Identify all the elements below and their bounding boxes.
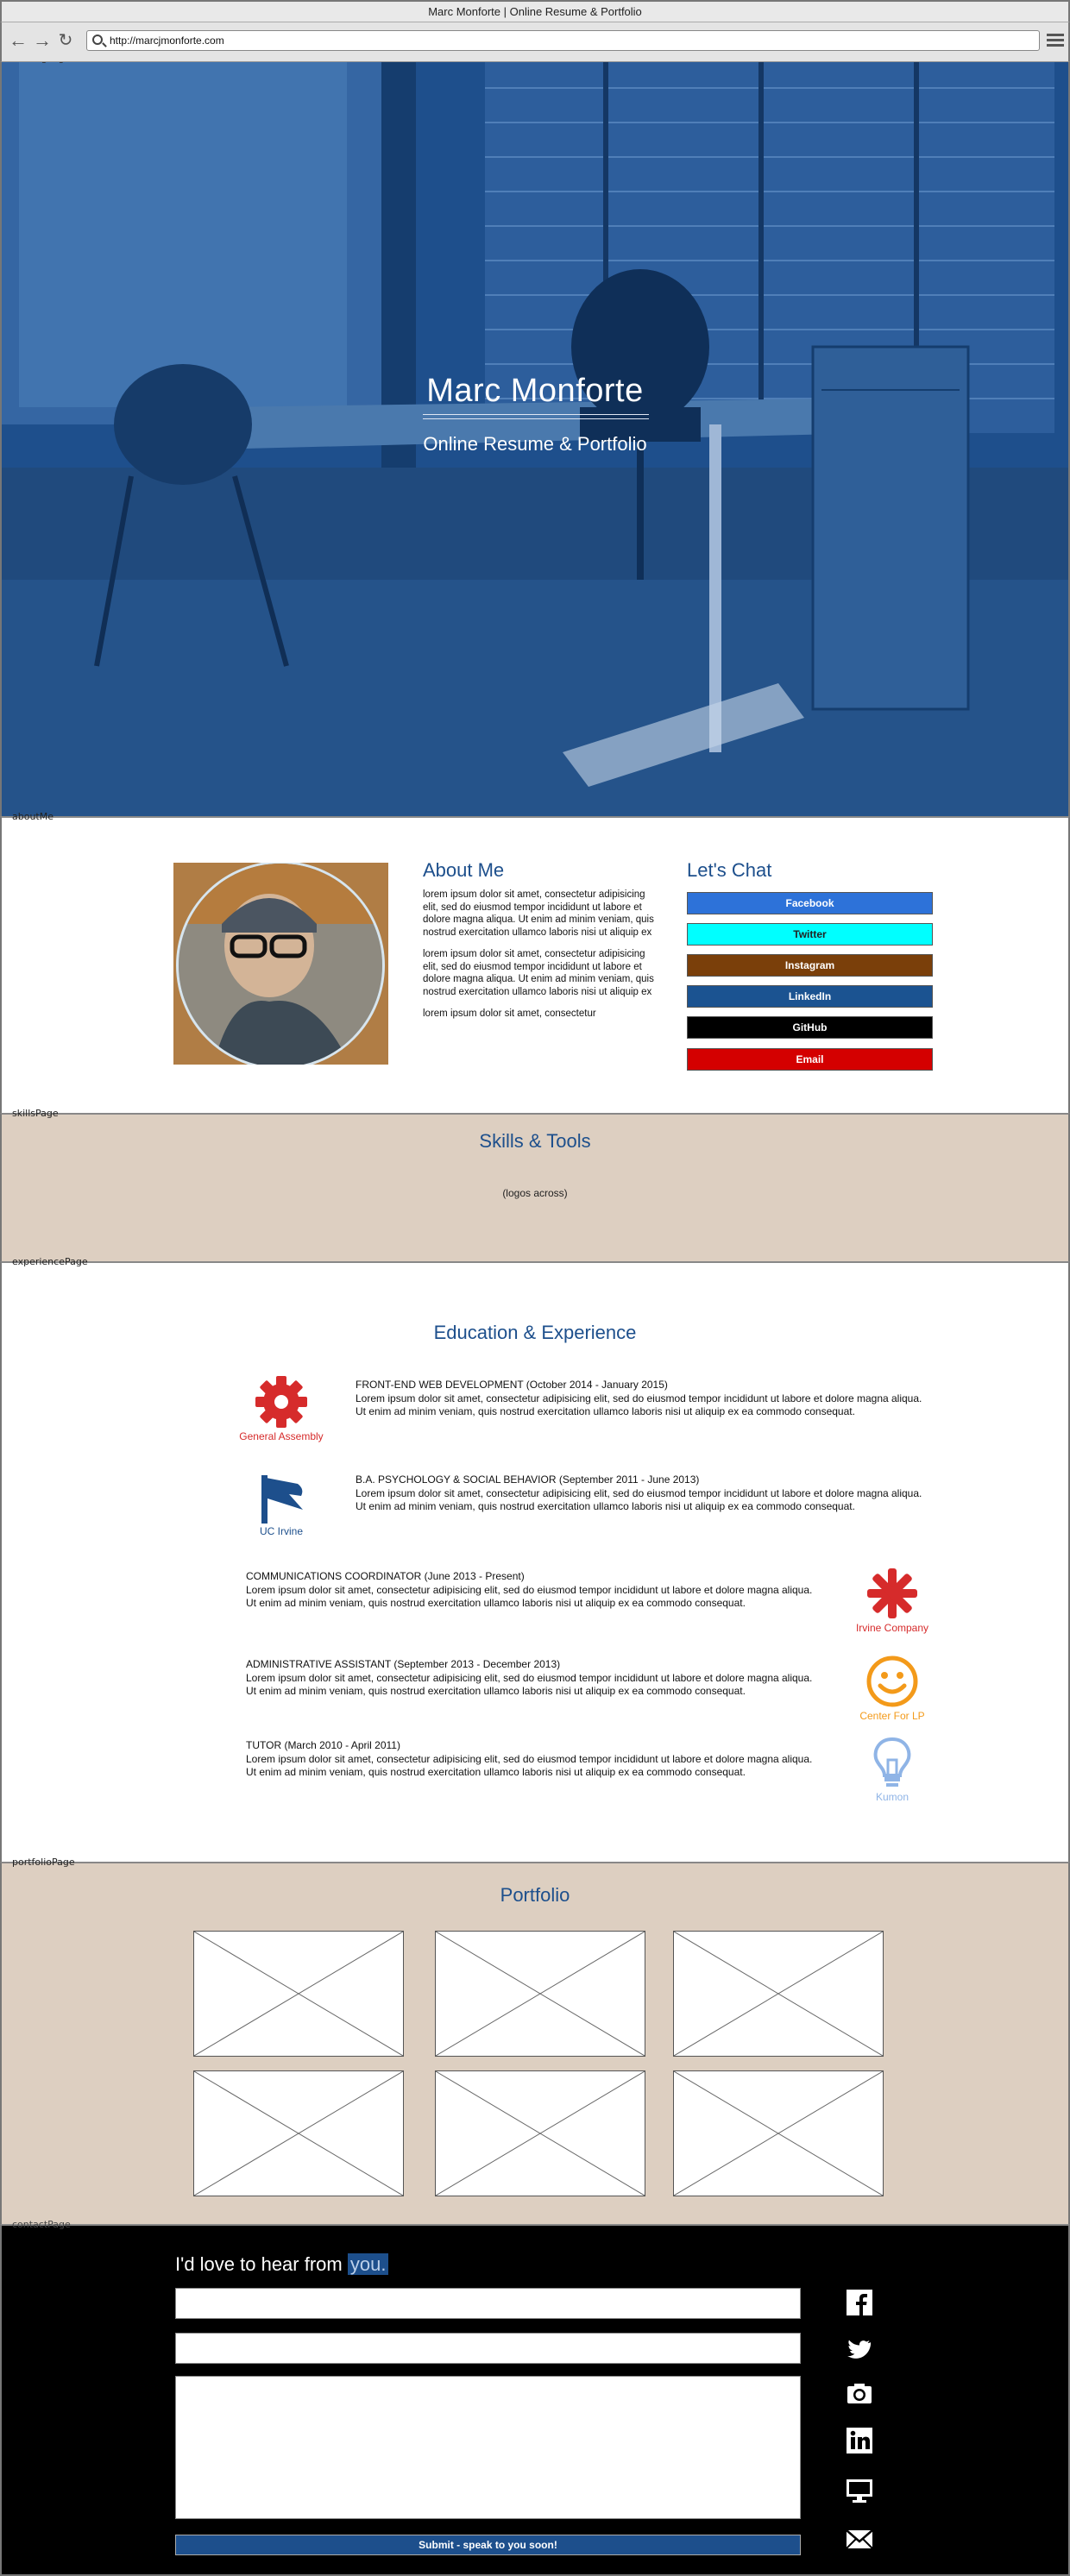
experience-entry: COMMUNICATIONS COORDINATOR (June 2013 - … <box>246 1570 815 1611</box>
about-title: About Me <box>423 859 505 881</box>
entry-body: Lorem ipsum dolor sit amet, consectetur … <box>246 1671 813 1698</box>
portfolio-title: Portfolio <box>500 1884 570 1906</box>
logo-label: UC Irvine <box>259 1525 303 1537</box>
logo-label: Center For LP <box>859 1710 925 1722</box>
logo-label: General Assembly <box>239 1430 324 1442</box>
address-bar: ← → ↻ http://marcjmonforte.com <box>0 22 1070 62</box>
center-for-lp-logo: Center For LP <box>840 1655 944 1722</box>
message-field[interactable] <box>175 2376 801 2519</box>
asterisk-icon <box>867 1568 917 1618</box>
reload-icon[interactable]: ↻ <box>57 32 74 51</box>
email-field[interactable] <box>175 2333 801 2364</box>
about-paragraph: lorem ipsum dolor sit amet, consectetur <box>423 1008 596 1019</box>
entry-body: Lorem ipsum dolor sit amet, consectetur … <box>246 1583 813 1610</box>
page-label: landingPage <box>12 62 70 64</box>
image-placeholder-icon <box>436 1932 645 2056</box>
entry-body: Lorem ipsum dolor sit amet, consectetur … <box>356 1392 922 1418</box>
hero-name: Marc Monforte <box>426 373 644 409</box>
portfolio-section: portfolioPage Portfolio <box>0 1857 1070 2224</box>
entry-heading: ADMINISTRATIVE ASSISTANT (September 2013… <box>246 1658 561 1670</box>
linkedin-button[interactable]: LinkedIn <box>687 985 933 1008</box>
page-label: aboutMe <box>12 811 54 822</box>
uc-irvine-logo: UC Irvine <box>230 1470 333 1537</box>
experience-title: Education & Experience <box>433 1322 637 1343</box>
entry-heading: TUTOR (March 2010 - April 2011) <box>246 1739 400 1751</box>
email-icon[interactable] <box>845 2524 874 2554</box>
general-assembly-logo: General Assembly <box>230 1375 333 1442</box>
url-text: http://marcjmonforte.com <box>110 35 224 47</box>
experience-entry: TUTOR (March 2010 - April 2011) Lorem ip… <box>246 1739 815 1780</box>
portfolio-thumbnail[interactable] <box>193 2070 404 2196</box>
experience-entry: ADMINISTRATIVE ASSISTANT (September 2013… <box>246 1658 815 1699</box>
entry-heading: FRONT-END WEB DEVELOPMENT (October 2014 … <box>356 1379 668 1391</box>
portfolio-thumbnail[interactable] <box>673 1931 884 2057</box>
image-placeholder-icon <box>194 1932 403 2056</box>
skills-section: skillsPage Skills & Tools (logos across) <box>0 1108 1070 1261</box>
search-icon <box>92 35 103 45</box>
logo-label: Kumon <box>875 1791 910 1803</box>
experience-section: experiencePage Education & Experience Ge… <box>0 1256 1070 1862</box>
image-placeholder-icon <box>674 2071 883 2196</box>
portfolio-thumbnail[interactable] <box>435 2070 645 2196</box>
entry-heading: B.A. PSYCHOLOGY & SOCIAL BEHAVIOR (Septe… <box>356 1473 700 1486</box>
name-field[interactable] <box>175 2288 801 2319</box>
smiley-icon <box>866 1656 918 1707</box>
twitter-icon[interactable] <box>845 2334 874 2364</box>
submit-button[interactable]: Submit - speak to you soon! <box>175 2535 801 2555</box>
contact-title-highlight: you. <box>347 2253 389 2275</box>
landing-section: landingPage Marc Monforte Online Resume … <box>0 62 1070 816</box>
entry-heading: COMMUNICATIONS COORDINATOR (June 2013 - … <box>246 1570 525 1582</box>
hamburger-menu-icon[interactable] <box>1047 34 1064 47</box>
chat-title: Let's Chat <box>687 859 772 881</box>
page-label: portfolioPage <box>12 1857 75 1868</box>
facebook-button[interactable]: Facebook <box>687 892 933 914</box>
hero-divider <box>423 414 649 415</box>
entry-body: Lorem ipsum dolor sit amet, consectetur … <box>246 1752 813 1779</box>
experience-entry: B.A. PSYCHOLOGY & SOCIAL BEHAVIOR (Septe… <box>356 1473 925 1514</box>
back-arrow-icon[interactable]: ← <box>9 31 28 51</box>
about-section: aboutMe About Me lorem ipsum dolor sit a… <box>0 811 1070 1113</box>
page-label: skillsPage <box>12 1108 59 1119</box>
page-label: contactPage <box>12 2219 71 2230</box>
page-label: experiencePage <box>12 1256 88 1267</box>
email-button[interactable]: Email <box>687 1048 933 1071</box>
image-placeholder-icon <box>194 2071 403 2196</box>
entry-body: Lorem ipsum dolor sit amet, consectetur … <box>356 1486 922 1513</box>
logo-label: Irvine Company <box>855 1622 929 1634</box>
monitor-icon[interactable] <box>845 2476 874 2505</box>
experience-entry: FRONT-END WEB DEVELOPMENT (October 2014 … <box>356 1379 925 1419</box>
gear-icon <box>255 1376 307 1428</box>
skills-logos-placeholder: (logos across) <box>502 1187 568 1199</box>
portfolio-thumbnail[interactable] <box>673 2070 884 2196</box>
about-paragraph: lorem ipsum dolor sit amet, consectetur … <box>423 949 654 997</box>
linkedin-icon[interactable] <box>845 2426 874 2455</box>
camera-icon[interactable] <box>845 2379 874 2409</box>
instagram-button[interactable]: Instagram <box>687 954 933 977</box>
contact-title-text: I'd love to hear from <box>175 2253 343 2275</box>
portfolio-thumbnail[interactable] <box>435 1931 645 2057</box>
about-paragraph: lorem ipsum dolor sit amet, consectetur … <box>423 889 654 938</box>
hero-subtitle: Online Resume & Portfolio <box>423 433 647 455</box>
flag-icon <box>261 1475 303 1524</box>
hero-divider <box>423 418 649 419</box>
about-text: lorem ipsum dolor sit amet, consectetur … <box>423 889 660 1030</box>
lightbulb-icon <box>873 1737 911 1787</box>
skills-title: Skills & Tools <box>479 1130 591 1152</box>
url-field[interactable]: http://marcjmonforte.com <box>86 30 1040 51</box>
github-button[interactable]: GitHub <box>687 1016 933 1039</box>
image-placeholder-icon <box>436 2071 645 2196</box>
portfolio-thumbnail[interactable] <box>193 1931 404 2057</box>
irvine-company-logo: Irvine Company <box>840 1567 944 1634</box>
forward-arrow-icon[interactable]: → <box>33 31 52 51</box>
contact-title: I'd love to hear from you. <box>175 2253 389 2276</box>
contact-section: contactPage I'd love to hear from you. S… <box>0 2219 1070 2576</box>
profile-photo <box>173 863 388 1065</box>
twitter-button[interactable]: Twitter <box>687 923 933 946</box>
kumon-logo: Kumon <box>840 1736 944 1803</box>
avatar <box>176 863 385 1065</box>
window-title: Marc Monforte | Online Resume & Portfoli… <box>0 0 1070 22</box>
facebook-icon[interactable] <box>845 2288 874 2317</box>
image-placeholder-icon <box>674 1932 883 2056</box>
